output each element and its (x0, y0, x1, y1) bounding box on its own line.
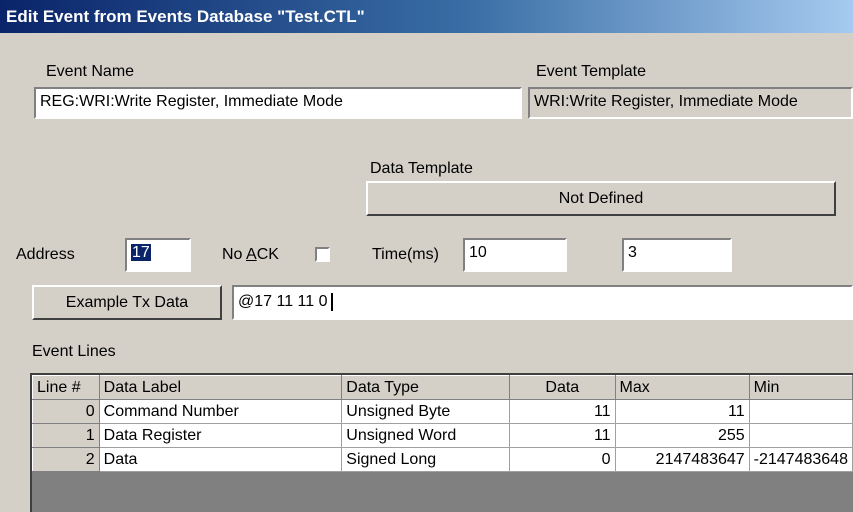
row-line-number: 2 (32, 447, 100, 472)
extra-numeric-field[interactable]: 3 (622, 238, 732, 272)
column-header-max[interactable]: Max (614, 375, 750, 400)
example-tx-data-button[interactable]: Example Tx Data (32, 285, 222, 320)
no-ack-checkbox[interactable] (315, 247, 330, 262)
address-value: 17 (131, 244, 151, 261)
event-template-field: WRI:Write Register, Immediate Mode (528, 87, 853, 119)
time-ms-field[interactable]: 10 (463, 238, 567, 272)
cell-data-label[interactable]: Command Number (99, 399, 343, 424)
cell-max[interactable]: 11 (615, 399, 750, 424)
example-tx-data-field[interactable]: @17 11 11 0 (232, 285, 853, 320)
time-ms-label: Time(ms) (372, 246, 439, 263)
column-header-data-type[interactable]: Data Type (341, 375, 511, 400)
cell-data-type[interactable]: Unsigned Word (341, 423, 511, 448)
data-template-label: Data Template (370, 160, 473, 177)
cell-data-label[interactable]: Data Register (99, 423, 343, 448)
table-row[interactable]: 1 Data Register Unsigned Word 11 255 (32, 423, 853, 448)
column-header-line[interactable]: Line # (32, 375, 100, 400)
data-template-button[interactable]: Not Defined (366, 181, 836, 216)
no-ack-label: No ACK (222, 246, 279, 263)
row-line-number: 1 (32, 423, 100, 448)
cell-min[interactable]: -2147483648 (749, 447, 853, 472)
cell-data[interactable]: 11 (509, 399, 616, 424)
text-caret (330, 292, 333, 311)
cell-data[interactable]: 11 (509, 423, 616, 448)
event-lines-label: Event Lines (32, 343, 116, 360)
event-template-label: Event Template (536, 63, 646, 80)
window-title: Edit Event from Events Database "Test.CT… (0, 0, 853, 33)
event-lines-grid[interactable]: Line # Data Label Data Type Data Max Min… (30, 373, 853, 512)
cell-data-label[interactable]: Data (99, 447, 343, 472)
event-name-label: Event Name (46, 63, 135, 80)
event-lines-table: Line # Data Label Data Type Data Max Min… (32, 375, 853, 472)
cell-min[interactable] (749, 399, 853, 424)
example-tx-data-value: @17 11 11 0 (238, 293, 328, 310)
cell-data-type[interactable]: Signed Long (341, 447, 511, 472)
cell-max[interactable]: 255 (615, 423, 750, 448)
column-header-data-label[interactable]: Data Label (98, 375, 343, 400)
address-label: Address (16, 246, 75, 263)
cell-data-type[interactable]: Unsigned Byte (341, 399, 511, 424)
column-header-min[interactable]: Min (748, 375, 853, 400)
table-row[interactable]: 2 Data Signed Long 0 2147483647 -2147483… (32, 447, 853, 472)
row-line-number: 0 (32, 399, 100, 424)
cell-data[interactable]: 0 (509, 447, 616, 472)
cell-max[interactable]: 2147483647 (615, 447, 750, 472)
address-field[interactable]: 17 (125, 238, 191, 272)
table-header-row: Line # Data Label Data Type Data Max Min (32, 375, 853, 400)
table-row[interactable]: 0 Command Number Unsigned Byte 11 11 (32, 399, 853, 424)
column-header-data[interactable]: Data (509, 375, 616, 400)
event-name-field[interactable]: REG:WRI:Write Register, Immediate Mode (34, 87, 522, 119)
cell-min[interactable] (749, 423, 853, 448)
